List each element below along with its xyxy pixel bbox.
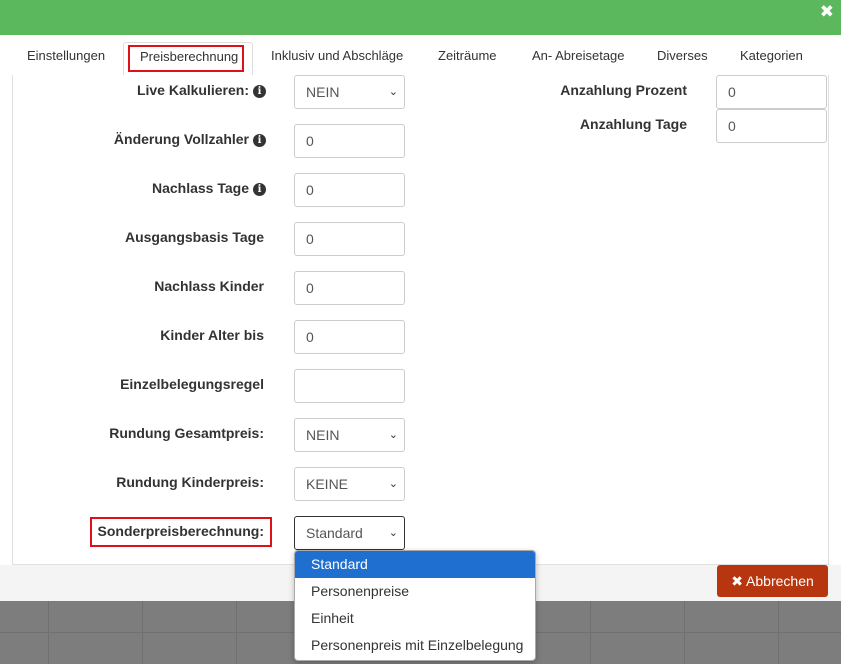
dropdown-option-einheit[interactable]: Einheit xyxy=(295,605,535,632)
tab-kategorien[interactable]: Kategorien xyxy=(740,48,803,63)
tab-einstellungen[interactable]: Einstellungen xyxy=(27,48,105,63)
nachlass-tage-label: Nachlass Tage i xyxy=(152,180,266,196)
einzelbelegungsregel-label: Einzelbelegungsregel xyxy=(120,376,264,392)
nachlass-tage-input[interactable]: 0 xyxy=(294,173,405,207)
aenderung-vollzahler-label: Änderung Vollzahler i xyxy=(114,131,266,147)
kinder-alter-bis-label: Kinder Alter bis xyxy=(160,327,264,343)
tab-diverses[interactable]: Diverses xyxy=(657,48,708,63)
highlight-box-label xyxy=(90,517,272,547)
live-kalkulieren-value: NEIN xyxy=(306,84,340,100)
tab-inklusiv-und-abschlaege[interactable]: Inklusiv und Abschläge xyxy=(271,48,403,63)
rundung-gesamtpreis-value: NEIN xyxy=(306,427,340,443)
dropdown-option-standard[interactable]: Standard xyxy=(295,551,535,578)
dropdown-option-personenpreise[interactable]: Personenpreise xyxy=(295,578,535,605)
chevron-down-icon: ⌄ xyxy=(388,429,398,441)
rundung-kinderpreis-select[interactable]: KEINE ⌄ xyxy=(294,467,405,501)
nachlass-tage-label-text: Nachlass Tage xyxy=(151,180,249,196)
sonderpreisberechnung-dropdown: Standard Personenpreise Einheit Personen… xyxy=(294,550,536,661)
rundung-gesamtpreis-select[interactable]: NEIN ⌄ xyxy=(294,418,405,452)
chevron-down-icon: ⌄ xyxy=(388,86,398,98)
ausgangsbasis-tage-input[interactable]: 0 xyxy=(294,222,405,256)
sonderpreisberechnung-select[interactable]: Standard ⌄ xyxy=(294,516,405,550)
ausgangsbasis-tage-label: Ausgangsbasis Tage xyxy=(124,229,264,245)
anzahlung-tage-input[interactable]: 0 xyxy=(716,109,827,143)
anzahlung-prozent-input[interactable]: 0 xyxy=(716,75,827,109)
aenderung-vollzahler-input[interactable]: 0 xyxy=(294,124,405,158)
rundung-gesamtpreis-label: Rundung Gesamtpreis: xyxy=(109,425,264,441)
tab-content-panel xyxy=(12,75,829,565)
tab-an-abreisetage[interactable]: An- Abreisetage xyxy=(532,48,625,63)
chevron-down-icon: ⌄ xyxy=(388,478,398,490)
nachlass-kinder-label: Nachlass Kinder xyxy=(154,278,264,294)
rundung-kinderpreis-value: KEINE xyxy=(306,476,349,492)
live-kalkulieren-label: Live Kalkulieren: i xyxy=(137,82,266,98)
highlight-box-tab xyxy=(128,45,244,72)
rundung-kinderpreis-label: Rundung Kinderpreis: xyxy=(116,474,264,490)
kinder-alter-bis-input[interactable]: 0 xyxy=(294,320,405,354)
anzahlung-prozent-label: Anzahlung Prozent xyxy=(560,82,687,98)
modal-header: ✖ xyxy=(0,0,841,35)
info-circle-icon[interactable]: i xyxy=(253,134,266,147)
sonderpreisberechnung-value: Standard xyxy=(306,525,363,541)
info-circle-icon[interactable]: i xyxy=(253,85,266,98)
info-circle-icon[interactable]: i xyxy=(253,183,266,196)
live-kalkulieren-select[interactable]: NEIN ⌄ xyxy=(294,75,405,109)
aenderung-vollzahler-label-text: Änderung Vollzahler xyxy=(113,131,249,147)
dropdown-option-personenpreis-mit-einzelbelegung[interactable]: Personenpreis mit Einzelbelegung xyxy=(295,632,535,659)
anzahlung-tage-label: Anzahlung Tage xyxy=(579,116,687,132)
einzelbelegungsregel-input[interactable] xyxy=(294,369,405,403)
cancel-button[interactable]: ✖ Abbrechen xyxy=(717,565,828,597)
chevron-down-icon: ⌄ xyxy=(388,527,398,539)
nachlass-kinder-input[interactable]: 0 xyxy=(294,271,405,305)
close-icon[interactable]: ✖ xyxy=(820,3,834,20)
live-kalkulieren-label-text: Live Kalkulieren: xyxy=(136,82,249,98)
tab-zeitraeume[interactable]: Zeiträume xyxy=(438,48,497,63)
